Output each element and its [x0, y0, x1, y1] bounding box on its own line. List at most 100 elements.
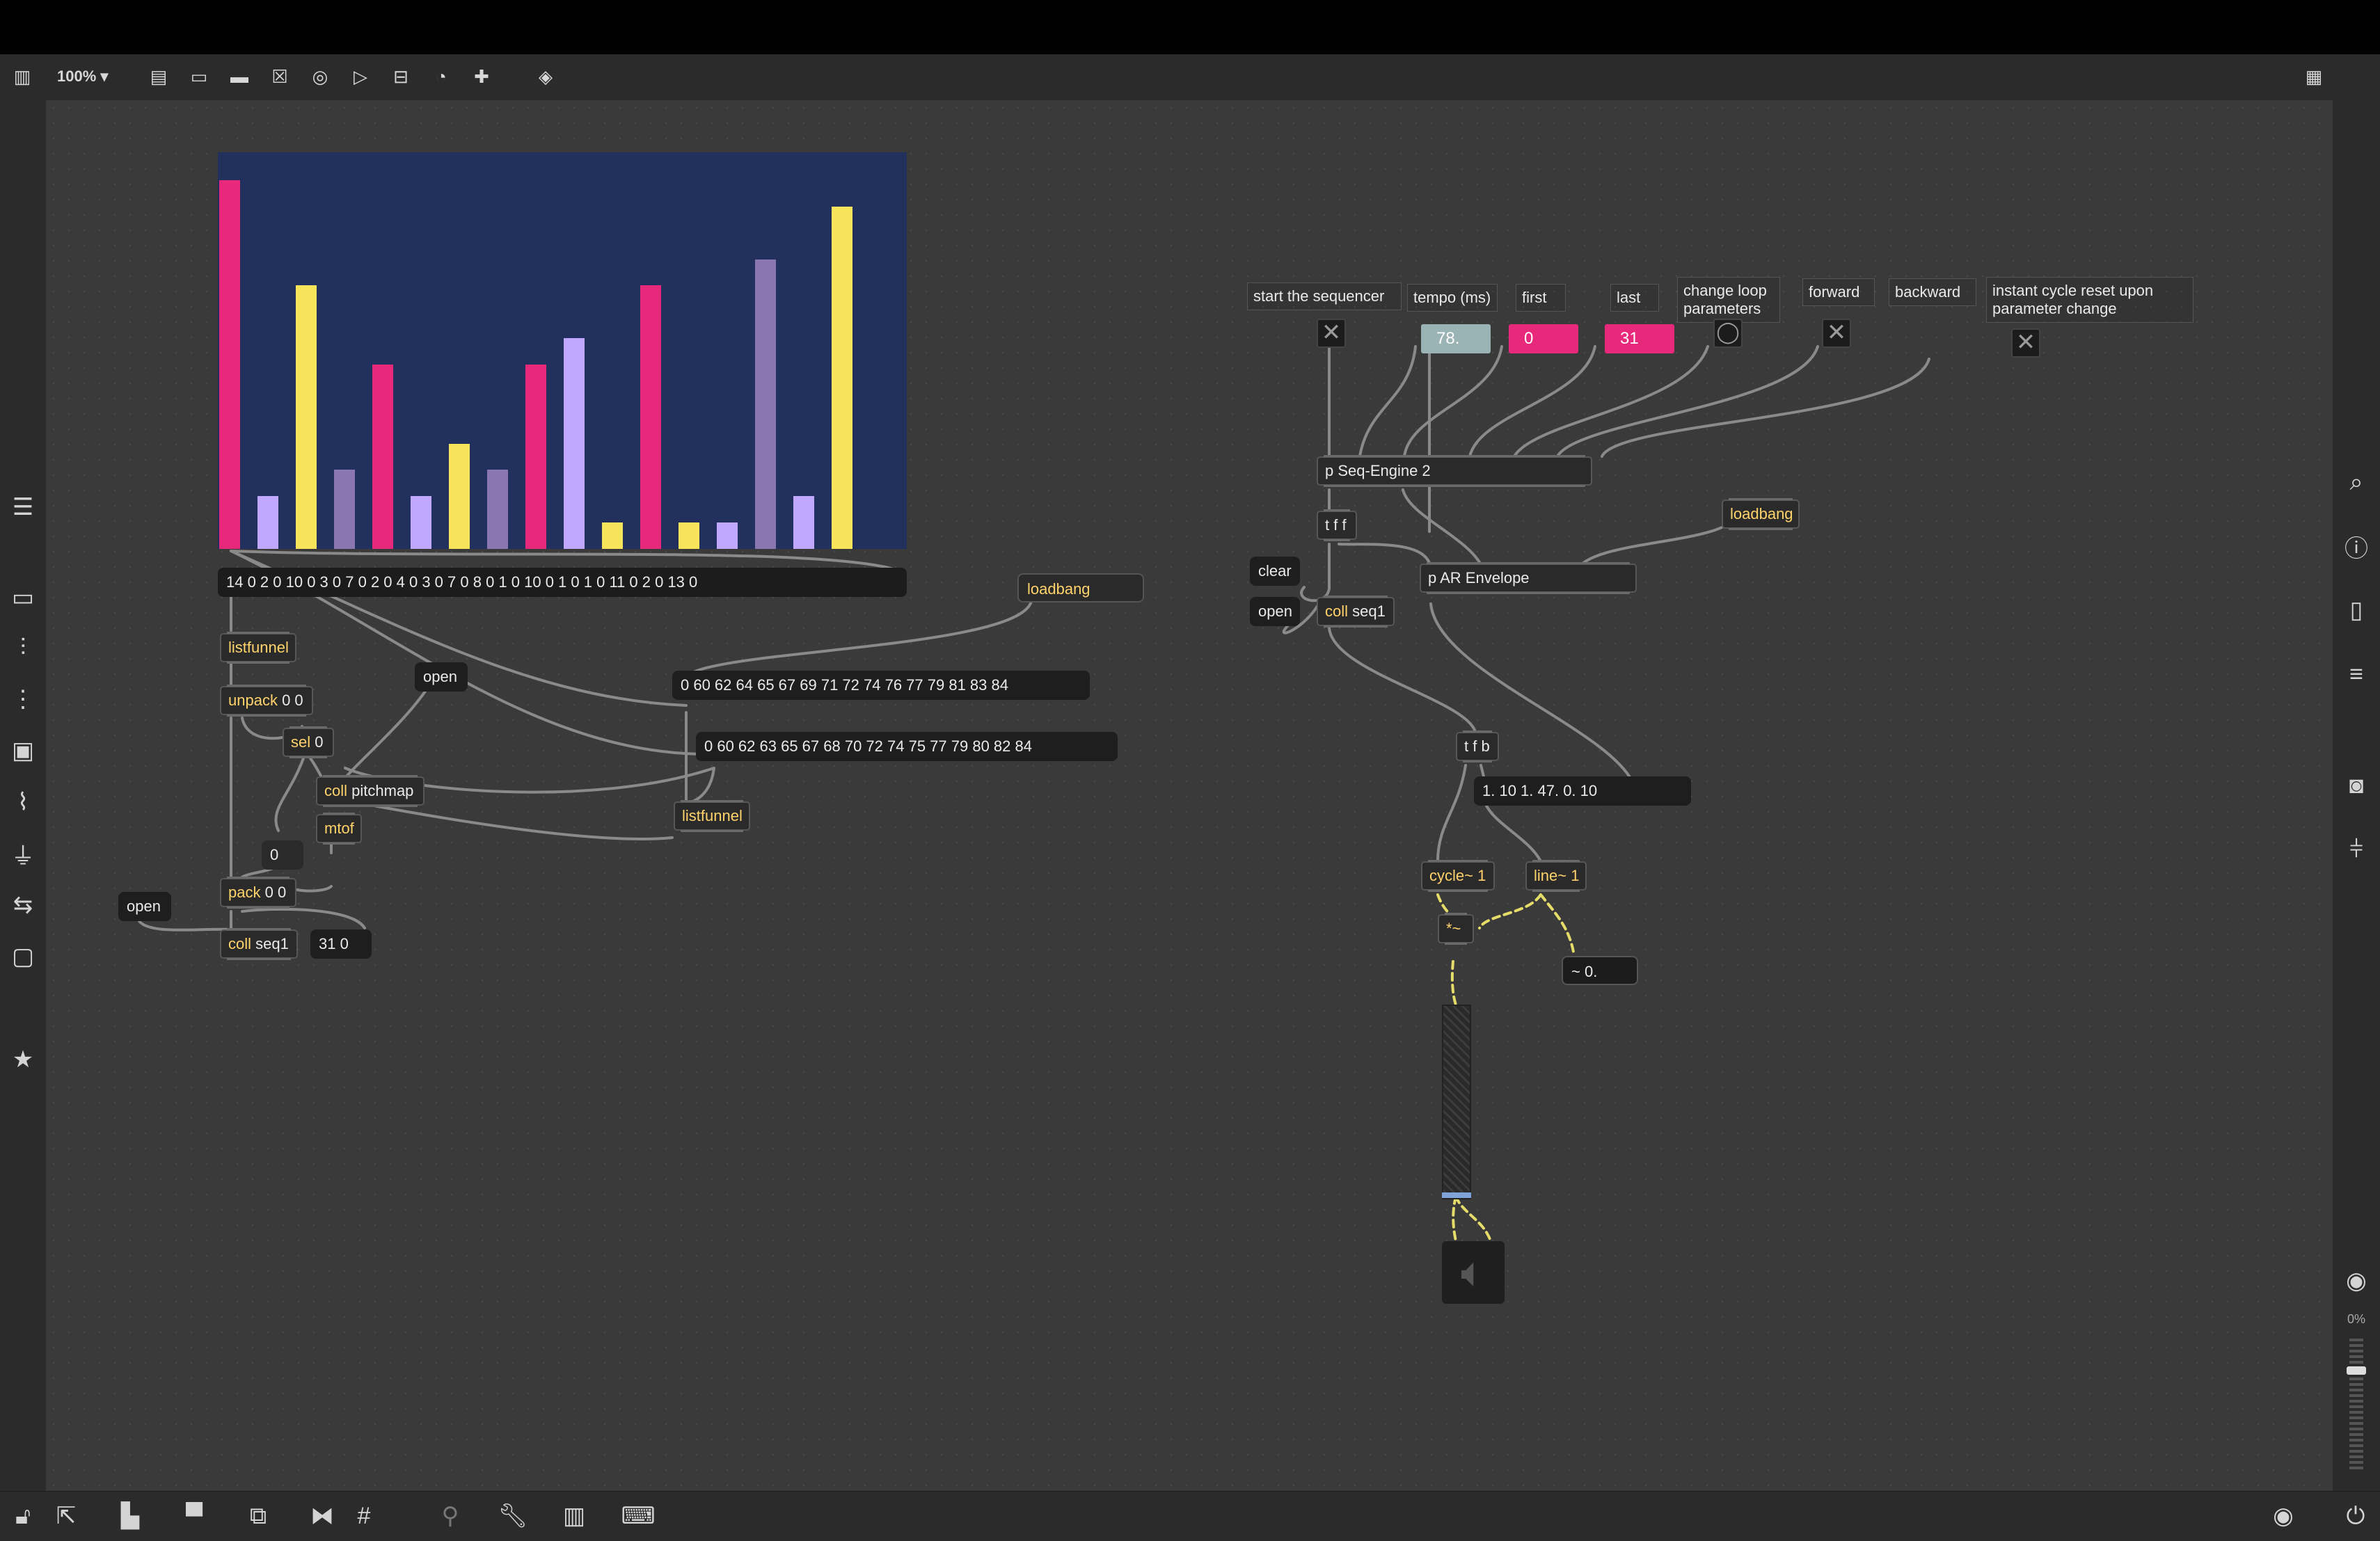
- instant-reset-toggle[interactable]: ✕: [2011, 328, 2040, 358]
- first-number-box[interactable]: 0: [1509, 324, 1578, 353]
- piano-icon[interactable]: ▥: [557, 1499, 592, 1533]
- menu-icon[interactable]: ☰: [6, 490, 40, 525]
- list-icon[interactable]: ⋮: [6, 682, 40, 717]
- camera-icon[interactable]: ◙: [2339, 768, 2374, 803]
- line-object[interactable]: line~ 1: [1525, 860, 1587, 892]
- info-icon[interactable]: ⓘ: [2339, 529, 2374, 564]
- power-icon[interactable]: ⏻: [2338, 1499, 2373, 1533]
- keyboard-icon[interactable]: ⌨: [621, 1499, 656, 1533]
- gain-slider[interactable]: [1442, 1005, 1471, 1199]
- multislider-bar[interactable]: [525, 365, 546, 549]
- presentation-icon[interactable]: ▤: [145, 61, 173, 92]
- multislider-bar[interactable]: [640, 285, 661, 549]
- lock-icon[interactable]: 🔓︎: [6, 1499, 40, 1533]
- multislider-bar[interactable]: [296, 285, 317, 549]
- multislider-bar[interactable]: [679, 522, 699, 549]
- multislider-bar[interactable]: [717, 522, 738, 549]
- open-message-2[interactable]: open: [118, 892, 171, 921]
- multislider-bar[interactable]: [257, 496, 278, 549]
- coll-pitchmap-object[interactable]: coll pitchmap: [316, 775, 425, 807]
- multislider[interactable]: [218, 152, 907, 549]
- audio-play-icon[interactable]: ◉: [2266, 1499, 2301, 1533]
- presentation-mode-icon[interactable]: ▙: [113, 1499, 148, 1533]
- change-loop-button[interactable]: ◯: [1713, 319, 1743, 348]
- number-box[interactable]: 0: [262, 840, 303, 870]
- ar-envelope-object[interactable]: p AR Envelope: [1420, 562, 1637, 594]
- multislider-bar[interactable]: [411, 496, 431, 549]
- image-icon[interactable]: ▣: [6, 733, 40, 768]
- align-icon[interactable]: ⧓: [305, 1499, 340, 1533]
- connection-icon[interactable]: ⇆: [6, 888, 40, 923]
- unpack-object[interactable]: unpack 0 0: [220, 685, 313, 717]
- button-object-icon[interactable]: ◎: [306, 61, 334, 92]
- slider-object-icon[interactable]: ⊟: [387, 61, 415, 92]
- last-number-box[interactable]: 31: [1605, 324, 1674, 353]
- mtof-object[interactable]: mtof: [316, 813, 362, 845]
- seq-engine-object[interactable]: p Seq-Engine 2: [1317, 455, 1592, 487]
- open-message-3[interactable]: open: [1250, 597, 1300, 626]
- scale-major-message[interactable]: 0 60 62 64 65 67 69 71 72 74 76 77 79 81…: [672, 671, 1090, 700]
- listfunnel-object[interactable]: listfunnel: [220, 632, 296, 664]
- multislider-bar[interactable]: [755, 259, 776, 549]
- mixer-icon[interactable]: ⫩: [2339, 832, 2374, 867]
- forward-toggle[interactable]: ✕: [1822, 319, 1851, 348]
- comment-icon[interactable]: ▬: [225, 61, 253, 92]
- gain-slider-knob[interactable]: [1442, 1192, 1471, 1198]
- cursor-icon[interactable]: ⇱: [49, 1499, 84, 1533]
- grid-icon[interactable]: ▦: [2300, 61, 2328, 92]
- loadbang-object-2[interactable]: loadbang: [1722, 498, 1800, 530]
- multislider-bar[interactable]: [372, 365, 393, 549]
- paperclip-icon[interactable]: ⌇: [6, 785, 40, 820]
- multiply-signal-object[interactable]: *~: [1438, 913, 1474, 945]
- loadbang-object[interactable]: loadbang: [1017, 573, 1144, 602]
- toggle-object-icon[interactable]: ☒: [266, 61, 294, 92]
- sequence-list-message[interactable]: 14 0 2 0 10 0 3 0 7 0 2 0 4 0 3 0 7 0 8 …: [218, 568, 907, 597]
- multislider-bar[interactable]: [449, 443, 470, 549]
- volume-slider-handle[interactable]: [2347, 1366, 2366, 1375]
- zoom-select[interactable]: 100% ▾: [57, 61, 108, 92]
- multislider-bar[interactable]: [832, 206, 852, 549]
- trigger-ff-object[interactable]: t f f: [1317, 509, 1357, 541]
- listfunnel-object-2[interactable]: listfunnel: [674, 800, 750, 832]
- coll-seq1-object-2[interactable]: coll seq1: [1317, 596, 1395, 628]
- sidebar-toggle-icon[interactable]: ▥: [8, 61, 36, 92]
- volume-meter[interactable]: [2349, 1339, 2363, 1471]
- index-message[interactable]: 31 0: [310, 929, 372, 959]
- star-icon[interactable]: ★: [6, 1042, 40, 1077]
- list-icon[interactable]: ≡: [2339, 657, 2374, 692]
- plus-icon[interactable]: ✚: [468, 61, 495, 92]
- ezdac-speaker-icon[interactable]: 🔈︎: [1442, 1241, 1505, 1304]
- multislider-bar[interactable]: [564, 338, 585, 549]
- open-message[interactable]: open: [415, 662, 468, 692]
- record-icon[interactable]: ◉: [2339, 1263, 2374, 1298]
- patcher-canvas[interactable]: 14 0 2 0 10 0 3 0 7 0 2 0 4 0 3 0 7 0 8 …: [46, 100, 2333, 1491]
- audio-icon[interactable]: ⫶: [6, 630, 40, 665]
- multislider-bar[interactable]: [602, 522, 623, 549]
- scale-minor-message[interactable]: 0 60 62 63 65 67 68 70 72 74 75 77 79 80…: [696, 732, 1118, 761]
- grid-snap-icon[interactable]: #: [347, 1499, 381, 1533]
- frame-icon[interactable]: ▢: [6, 939, 40, 974]
- browser-icon[interactable]: ▭: [6, 580, 40, 615]
- cycle-object[interactable]: cycle~ 1: [1421, 860, 1495, 892]
- start-sequencer-toggle[interactable]: ✕: [1317, 319, 1346, 348]
- plug-icon[interactable]: ⏚: [6, 836, 40, 871]
- paint-bucket-icon[interactable]: ◈: [532, 61, 560, 92]
- comment-bubble-icon[interactable]: ▀: [177, 1499, 212, 1533]
- tempo-number-box[interactable]: 78.: [1421, 324, 1491, 353]
- sel-object[interactable]: sel 0: [283, 726, 334, 758]
- pack-object[interactable]: pack 0 0: [220, 877, 296, 909]
- play-object-icon[interactable]: ▷: [347, 61, 374, 92]
- inspector-icon[interactable]: ⚲: [433, 1499, 468, 1533]
- multislider-bar[interactable]: [334, 470, 355, 549]
- signal-number-box[interactable]: ~ 0.: [1562, 956, 1638, 985]
- trigger-fb-object[interactable]: t f b: [1456, 730, 1499, 762]
- coll-seq1-object[interactable]: coll seq1: [220, 928, 298, 960]
- message-box-icon[interactable]: ▭: [185, 61, 213, 92]
- dial-object-icon[interactable]: ◔: [427, 61, 455, 92]
- envelope-message[interactable]: 1. 10 1. 47. 0. 10: [1474, 776, 1691, 806]
- book-icon[interactable]: ▯: [2339, 593, 2374, 628]
- search-icon[interactable]: ⌕: [2339, 465, 2374, 500]
- clear-message[interactable]: clear: [1250, 557, 1300, 586]
- wrench-icon[interactable]: 🔧︎: [495, 1499, 530, 1533]
- multislider-bar[interactable]: [219, 180, 240, 549]
